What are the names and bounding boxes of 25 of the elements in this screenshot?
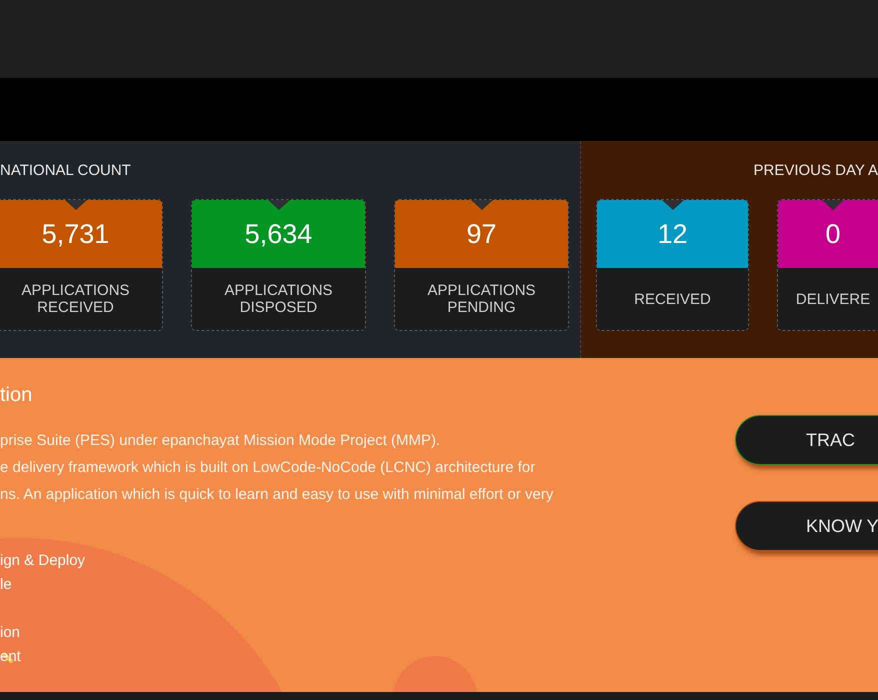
notch-icon (470, 200, 492, 210)
count-value: 5,634 (244, 218, 312, 250)
count-value: 5,731 (42, 218, 110, 250)
feature-item: ion (0, 623, 22, 643)
feature-item: ign & Deploy (0, 551, 86, 571)
count-label: APPLICATIONS PENDING (426, 282, 537, 316)
feature-item: le (0, 575, 13, 595)
notch-icon (268, 200, 290, 210)
action-button[interactable]: TRAC (735, 415, 878, 465)
notch-icon (822, 200, 844, 210)
action-button[interactable]: KNOW Y (735, 501, 878, 551)
feature-item: ent (0, 647, 22, 667)
count-label: APPLICATIONS RECEIVED (20, 282, 131, 316)
notch-icon (662, 200, 684, 210)
section-title: tion (0, 384, 34, 407)
count-label: DELIVERE (796, 290, 870, 308)
count-value: 12 (657, 218, 688, 250)
count-label: RECEIVED (634, 290, 711, 308)
section-heading: PREVIOUS DAY A (752, 161, 878, 178)
count-label: APPLICATIONS DISPOSED (223, 282, 334, 316)
section-heading: NATIONAL COUNT (0, 161, 132, 178)
description-paragraph: prise Suite (PES) under epanchayat Mission Mode Project (MMP). e delivery framework which is built on LowCode-NoCode (LCNC) architecture for ns. An application which is quick to learn and easy to use with minimal effort or very (0, 431, 554, 505)
count-value: 97 (466, 218, 497, 250)
count-value: 0 (825, 218, 841, 250)
notch-icon (64, 200, 86, 210)
